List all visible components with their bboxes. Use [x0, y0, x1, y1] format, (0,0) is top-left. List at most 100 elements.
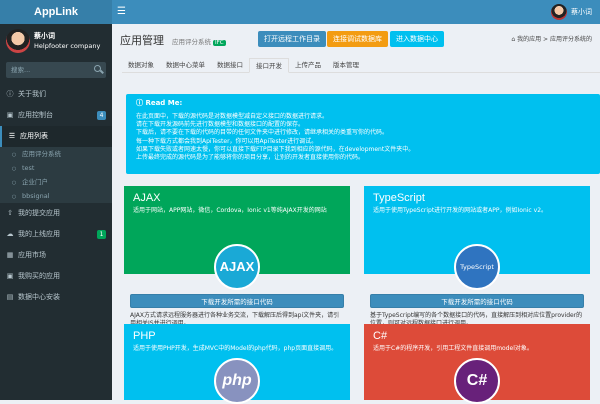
sidebar-item-market[interactable]: ▦ 应用市场 [0, 245, 112, 266]
home-icon: ⌂ [511, 36, 516, 43]
sidebar-item-label: 应用控制台 [18, 111, 53, 119]
avatar [551, 4, 567, 20]
sidebar-item-label: 企业门户 [22, 178, 48, 186]
card-title: AJAX [133, 192, 161, 204]
breadcrumb: ⌂ 我的应用 > 应用评分系统的 [511, 34, 592, 43]
readme-line: 在此页面中，下载的源代码是对数据模型减自定义接口的数据进行请求。 [136, 113, 329, 120]
count-badge: 1 [97, 230, 106, 239]
store-icon: ▦ [6, 251, 14, 259]
readme-title: ⓘ Read Me: [136, 98, 590, 108]
hamburger-icon[interactable]: ☰ [117, 6, 126, 18]
user-company: Helpfooter company [34, 42, 101, 50]
user-panel: 蔡小词 Helpfooter company [0, 24, 112, 60]
tab-bar: 数据对象 数据中心菜单 数据接口 接口开发 上传产品 版本管理 [122, 58, 600, 73]
card-description: 适用于C#的程序开发，引用工程文件直接调用model对象。 [373, 345, 533, 352]
app-logo[interactable]: AppLink [0, 0, 112, 24]
sidebar-item-app-list[interactable]: ☰ 应用列表 [0, 126, 112, 147]
php-logo-icon: php [214, 358, 260, 404]
connect-db-button[interactable]: 连接调试数据库 [327, 31, 388, 47]
readme-line: 下载后，请不要在下载的代码的目带的任何文件夹中进行修改，请继承相关的类重写你的代… [136, 129, 389, 137]
readme-line: 如果下载失败或者网速太慢，你可以直接下载FTP目录下我到相应的源代码，在deve… [136, 145, 415, 153]
sidebar-subitem-rating[interactable]: ○ 应用评分系统 [0, 147, 112, 161]
top-user-name: 蔡小词 [571, 8, 592, 16]
sidebar-item-label: 我的上线应用 [18, 230, 60, 238]
card-description: 适用于网站，APP网站，微信，Cordova，Ionic v1等纯AJAX开发的… [133, 207, 327, 214]
cloud-icon: ☁ [6, 230, 14, 238]
sidebar-submenu: ○ 应用评分系统 ○ test ○ 企业门户 ○ bbsignal [0, 147, 112, 203]
subtitle-text: 应用评分系统 [172, 38, 211, 46]
sidebar-item-label: 我的提交应用 [18, 209, 60, 217]
sidebar-item-purchased[interactable]: ▣ 我购买的应用 [0, 266, 112, 287]
sidebar-item-label: 我购买的应用 [18, 272, 60, 280]
info-icon: ⓘ [6, 90, 14, 98]
page-title: 应用管理 [120, 35, 164, 47]
list-icon: ☰ [8, 132, 16, 140]
sidebar-item-label: bbsignal [22, 192, 50, 200]
ajax-logo-icon: AJAX [214, 244, 260, 290]
readme-line: 上传最终完成的源代码是为了能够将你的项目分享，让别的开发者直接使用你的代码。 [136, 154, 365, 162]
typescript-logo-icon: TypeScript [454, 244, 500, 290]
sidebar-subitem-test[interactable]: ○ test [0, 161, 112, 175]
readme-line: 每一种下载方式都会我到ApiTester，你可以用ApiTester进行调试。 [136, 137, 318, 145]
avatar [6, 29, 30, 53]
readme-title-text: Read Me: [145, 99, 183, 107]
sidebar-item-label: 关于我们 [18, 90, 46, 98]
csharp-logo-icon: C# [454, 358, 500, 404]
count-badge: 4 [97, 111, 106, 120]
tab-version-mgmt[interactable]: 版本管理 [327, 58, 365, 73]
sidebar-item-label: 数据中心安装 [18, 293, 60, 301]
page-subtitle: 应用评分系统 IFC [172, 36, 226, 46]
tab-upload-product[interactable]: 上传产品 [289, 58, 327, 73]
dashboard-icon: ▣ [6, 111, 14, 119]
sidebar-item-console[interactable]: ▣ 应用控制台 4 [0, 105, 112, 126]
circle-icon: ○ [11, 194, 17, 200]
sidebar-item-submitted[interactable]: ⇧ 我的提交应用 [0, 203, 112, 224]
sidebar-search [6, 62, 106, 78]
open-remote-dir-button[interactable]: 打开远程工作目录 [258, 31, 326, 47]
search-input[interactable] [6, 62, 86, 78]
user-name: 蔡小词 [34, 32, 55, 40]
download-code-button[interactable]: 下载开发所需的接口代码 [130, 294, 344, 308]
circle-icon: ○ [11, 152, 17, 158]
readme-callout: ⓘ Read Me: 在此页面中，下载的源代码是对数据模型减自定义接口的数据进行… [126, 94, 600, 174]
circle-icon: ○ [11, 180, 17, 186]
sdk-card-ajax: AJAX 适用于网站，APP网站，微信，Cordova，Ionic v1等纯AJ… [124, 186, 350, 346]
sidebar-item-label: 应用市场 [18, 251, 46, 259]
upload-icon: ⇧ [7, 209, 13, 217]
sidebar-item-label: 应用评分系统 [22, 150, 61, 158]
breadcrumb-separator: > [543, 36, 549, 43]
card-title: C# [373, 330, 388, 342]
user-menu[interactable]: 蔡小词 [551, 4, 592, 20]
sidebar: 蔡小词 Helpfooter company ⓘ 关于我们 ▣ 应用控制台 4 ☰ 应用… [0, 24, 112, 400]
card-description: 适用于使用PHP开发，生成MVC中的Model的php代码，php页面直接调用。 [133, 345, 338, 352]
card-title: TypeScript [373, 192, 425, 204]
download-code-button[interactable]: 下载开发所需的接口代码 [370, 294, 584, 308]
sidebar-item-datacenter[interactable]: ▤ 数据中心安装 [0, 287, 112, 308]
cart-icon: ▣ [6, 272, 14, 280]
card-title: PHP [133, 330, 156, 342]
search-icon[interactable] [94, 65, 101, 72]
tab-data-interface[interactable]: 数据接口 [211, 58, 249, 73]
sidebar-item-label: 应用列表 [20, 132, 48, 140]
sidebar-item-online[interactable]: ☁ 我的上线应用 1 [0, 224, 112, 245]
content-header: 应用管理 应用评分系统 IFC 打开远程工作目录 连接调试数据库 进入数据中心 ⌂… [112, 24, 600, 54]
enter-datacenter-button[interactable]: 进入数据中心 [390, 31, 444, 47]
version-badge: IFC [213, 40, 226, 46]
sidebar-subitem-bbsignal[interactable]: ○ bbsignal [0, 189, 112, 203]
sdk-card-php: PHP 适用于使用PHP开发，生成MVC中的Model的php代码，php页面直… [124, 324, 350, 404]
sidebar-item-about[interactable]: ⓘ 关于我们 [0, 84, 112, 105]
tab-data-objects[interactable]: 数据对象 [122, 58, 160, 73]
breadcrumb-current: 应用评分系统的 [549, 36, 592, 43]
tab-interface-dev[interactable]: 接口开发 [249, 58, 289, 73]
circle-icon: ○ [11, 166, 17, 172]
sdk-card-typescript: TypeScript 适用于使用TypeScript进行开发的网站或者APP，例… [364, 186, 590, 346]
sidebar-subitem-portal[interactable]: ○ 企业门户 [0, 175, 112, 189]
server-icon: ▤ [6, 293, 14, 301]
top-navbar: AppLink ☰ 蔡小词 [0, 0, 600, 24]
sdk-card-csharp: C# 适用于C#的程序开发，引用工程文件直接调用model对象。 C# [364, 324, 590, 404]
main-content: 应用管理 应用评分系统 IFC 打开远程工作目录 连接调试数据库 进入数据中心 ⌂… [112, 24, 600, 404]
card-description: 适用于使用TypeScript进行开发的网站或者APP，例如Ionic v2。 [373, 207, 548, 214]
tab-datacenter-menu[interactable]: 数据中心菜单 [160, 58, 211, 73]
breadcrumb-home[interactable]: 我的应用 [517, 36, 541, 43]
sidebar-item-label: test [22, 164, 35, 172]
